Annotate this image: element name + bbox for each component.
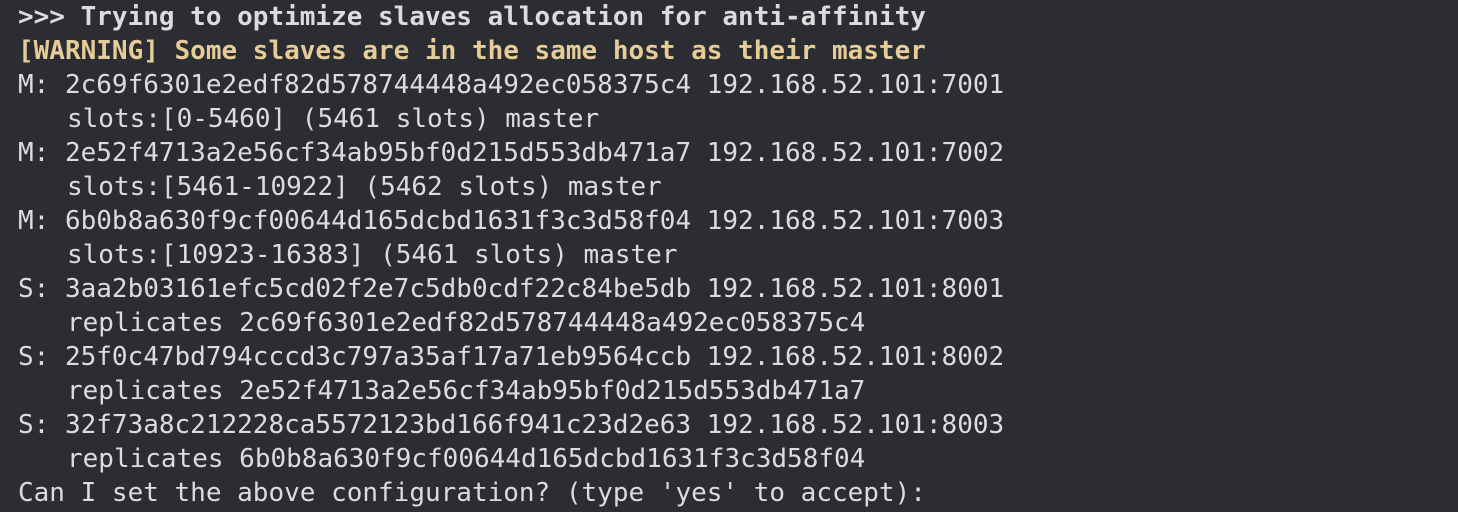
terminal-line-slave-1: S: 3aa2b03161efc5cd02f2e7c5db0cdf22c84be… <box>18 274 1005 304</box>
terminal-line-master-1-slots: slots:[0-5460] (5461 slots) master <box>67 104 600 134</box>
terminal-line-slave-2: S: 25f0c47bd794cccd3c797a35af17a71eb9564… <box>18 342 1005 372</box>
terminal-line-master-3-slots: slots:[10923-16383] (5461 slots) master <box>67 240 678 270</box>
terminal-window[interactable]: >>> Trying to optimize slaves allocation… <box>0 0 1458 512</box>
terminal-line-master-3: M: 6b0b8a630f9cf00644d165dcbd1631f3c3d58… <box>18 206 1005 236</box>
terminal-line-slave-3-replicates: replicates 6b0b8a630f9cf00644d165dcbd163… <box>67 444 866 474</box>
terminal-line-warning: [WARNING] Some slaves are in the same ho… <box>18 36 926 66</box>
terminal-line-slave-1-replicates: replicates 2c69f6301e2edf82d578744448a49… <box>67 308 866 338</box>
terminal-line-status: >>> Trying to optimize slaves allocation… <box>18 2 926 32</box>
terminal-line-master-1: M: 2c69f6301e2edf82d578744448a492ec05837… <box>18 70 1005 100</box>
terminal-line-slave-3: S: 32f73a8c212228ca5572123bd166f941c23d2… <box>18 410 1005 440</box>
terminal-line-master-2: M: 2e52f4713a2e56cf34ab95bf0d215d553db47… <box>18 138 1005 168</box>
terminal-line-master-2-slots: slots:[5461-10922] (5462 slots) master <box>67 172 662 202</box>
terminal-prompt-line[interactable]: Can I set the above configuration? (type… <box>18 476 926 510</box>
terminal-line-slave-2-replicates: replicates 2e52f4713a2e56cf34ab95bf0d215… <box>67 376 866 406</box>
